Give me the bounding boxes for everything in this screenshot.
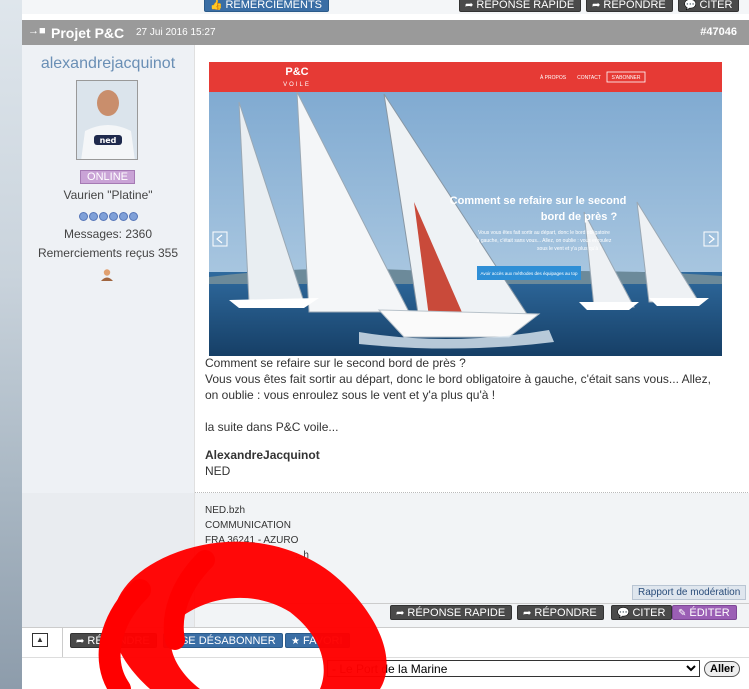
banner-brand-sub: VOILE bbox=[283, 82, 311, 88]
post-spacer bbox=[205, 435, 745, 447]
reply-arrow-icon: ➦ bbox=[396, 608, 405, 619]
arrow-up-icon[interactable]: ▲ bbox=[32, 633, 48, 647]
reply-arrow-icon: ➦ bbox=[592, 0, 601, 11]
avatar-image: ned bbox=[77, 81, 137, 159]
star-icon: ★ bbox=[291, 636, 300, 647]
post-line: Vous vous êtes fait sortir au départ, do… bbox=[205, 372, 711, 386]
reply-button-top[interactable]: ➦ RÉPONDRE bbox=[586, 0, 673, 12]
flag-icon: ⚑ bbox=[169, 636, 178, 647]
signature-left-panel bbox=[22, 493, 194, 627]
banner-brand: P&C bbox=[285, 66, 308, 78]
post-signoff-org: NED bbox=[205, 464, 231, 478]
author-messages: Messages: 2360 bbox=[63, 227, 153, 241]
quote-button[interactable]: 💬 CITER bbox=[611, 605, 673, 620]
actions-divider bbox=[195, 603, 749, 604]
rank-dots bbox=[79, 210, 139, 224]
quote-button-top[interactable]: 💬 CITER bbox=[678, 0, 740, 12]
go-button[interactable]: Aller bbox=[704, 661, 741, 677]
forum-jump: - Le Port de la Marine Aller bbox=[22, 657, 749, 689]
speech-bubble-icon: 💬 bbox=[684, 0, 697, 11]
rank-dot bbox=[79, 212, 88, 221]
rank-dot bbox=[109, 212, 118, 221]
post-marker-icon[interactable]: →■ bbox=[28, 25, 46, 37]
unsubscribe-button[interactable]: ⚑ SE DÉSABONNER bbox=[163, 633, 283, 648]
post-spacer bbox=[205, 403, 745, 419]
moderation-report-button[interactable]: Rapport de modération bbox=[632, 585, 747, 600]
author-panel: alexandrejacquinot ned ONLINE Vaurien "P… bbox=[22, 45, 194, 493]
post-title[interactable]: Projet P&C bbox=[51, 25, 124, 41]
signature-panel: NED.bzh COMMUNICATION FRA 36241 - AZURO … bbox=[194, 493, 749, 627]
banner-body-1: Vous vous êtes fait sortir au départ, do… bbox=[478, 230, 610, 236]
reply-arrow-icon: ➦ bbox=[523, 608, 532, 619]
signature-line: ...h bbox=[295, 550, 309, 561]
rank-dot bbox=[89, 212, 98, 221]
banner-headline-2: bord de près ? bbox=[541, 211, 618, 223]
signature-line: FRA 36241 - AZURO bbox=[205, 535, 299, 546]
user-silhouette bbox=[101, 269, 113, 281]
signature-text: NED.bzh COMMUNICATION FRA 36241 - AZURO … bbox=[205, 503, 309, 563]
post-content: P&C VOILE À PROPOS CONTACT S'ABONNER Com… bbox=[194, 45, 749, 493]
banner-body-2: à gauche, c'était sans vous... Allez, on… bbox=[477, 238, 612, 244]
edit-button[interactable]: ✎ ÉDITER bbox=[672, 605, 737, 620]
post-date: 27 Jui 2016 15:27 bbox=[136, 27, 216, 38]
reply-button[interactable]: ➦ RÉPONDRE bbox=[517, 605, 604, 620]
author-thanks: Remerciements reçus 355 bbox=[37, 246, 179, 260]
post-header: →■ Projet P&C 27 Jui 2016 15:27 #47046 bbox=[22, 20, 749, 45]
hero-image[interactable]: P&C VOILE À PROPOS CONTACT S'ABONNER Com… bbox=[209, 62, 722, 356]
quick-reply-button-top[interactable]: ➦ RÉPONSE RAPIDE bbox=[459, 0, 582, 12]
banner-nav-about: À PROPOS bbox=[540, 74, 567, 81]
post-line: la suite dans P&C voile... bbox=[205, 420, 339, 434]
post-line: on oublie : vous enroulez sous le vent e… bbox=[205, 388, 496, 402]
favorite-button[interactable]: ★ FAVORI bbox=[285, 633, 350, 648]
author-name[interactable]: alexandrejacquinot bbox=[22, 55, 194, 73]
thread-footer: ▲ ➦ RÉPONDRE ⚑ SE DÉSABONNER ★ FAVORI bbox=[22, 627, 749, 658]
banner-body-3: sous le vent et y'a plus qu'à ! bbox=[537, 246, 601, 252]
user-icon[interactable] bbox=[100, 268, 114, 285]
online-badge: ONLINE bbox=[80, 170, 135, 184]
background-left bbox=[0, 0, 22, 689]
banner-nav-subscribe: S'ABONNER bbox=[611, 75, 640, 81]
post-signoff-name: AlexandreJacquinot bbox=[205, 448, 320, 462]
author-rank: Vaurien "Platine" bbox=[63, 188, 153, 202]
banner-headline-1: Comment se refaire sur le second bbox=[450, 195, 627, 207]
post-line: Comment se refaire sur le second bord de… bbox=[205, 356, 466, 370]
footer-divider bbox=[62, 628, 63, 658]
rank-dot bbox=[99, 212, 108, 221]
banner-cta: Avoir accès aux méthodes des équipages a… bbox=[481, 271, 578, 276]
post-number[interactable]: #47046 bbox=[700, 26, 737, 38]
reply-arrow-icon: ➦ bbox=[465, 0, 474, 11]
rank-dot bbox=[119, 212, 128, 221]
reply-arrow-icon: ➦ bbox=[76, 636, 85, 647]
quick-reply-button[interactable]: ➦ RÉPONSE RAPIDE bbox=[390, 605, 513, 620]
signature-line: NED.bzh bbox=[205, 505, 246, 516]
thumbs-up-icon: 👍 bbox=[210, 0, 223, 11]
previous-post-actions: 👍 REMERCIEMENTS ➦ RÉPONSE RAPIDE ➦ RÉPONDRE… bbox=[22, 0, 749, 14]
svg-text:ned: ned bbox=[100, 136, 117, 145]
forum-frame: 👍 REMERCIEMENTS ➦ RÉPONSE RAPIDE ➦ RÉPONDRE… bbox=[22, 0, 749, 689]
speech-bubble-icon: 💬 bbox=[617, 608, 630, 619]
thanks-button[interactable]: 👍 REMERCIEMENTS bbox=[204, 0, 330, 12]
rank-dot bbox=[129, 212, 138, 221]
signature-line: COMMUNICATION bbox=[205, 520, 291, 531]
sailing-banner: P&C VOILE À PROPOS CONTACT S'ABONNER Com… bbox=[209, 62, 722, 356]
banner-nav-contact: CONTACT bbox=[577, 75, 601, 81]
forum-jump-select[interactable]: - Le Port de la Marine bbox=[327, 660, 700, 677]
post-body: Comment se refaire sur le second bord de… bbox=[205, 355, 745, 479]
pencil-icon: ✎ bbox=[678, 608, 687, 619]
footer-reply-button[interactable]: ➦ RÉPONDRE bbox=[70, 633, 157, 648]
avatar[interactable]: ned bbox=[76, 80, 138, 160]
